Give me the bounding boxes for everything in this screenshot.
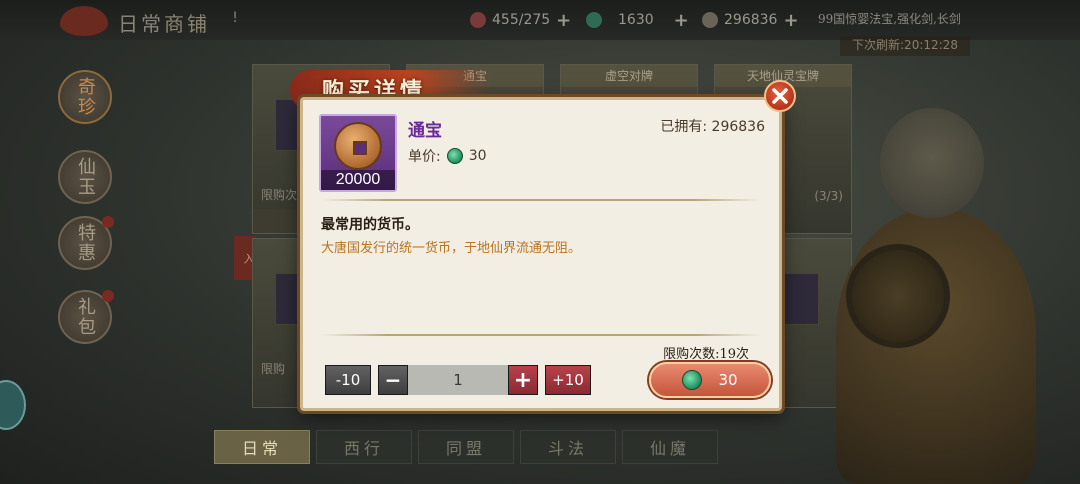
unit-price-label: 单价: (408, 149, 441, 165)
owned-value: 296836 (711, 119, 765, 135)
purchase-dialog: 20000 通宝 单价: 30 已拥有: 296836 最常用的货币。 大唐国发… (300, 97, 782, 411)
top-bar: 日常商铺 ! 455/275 + 1630 + 296836 + 99国惊婴法宝… (0, 0, 1080, 40)
shop-card-limit: 限购次 (261, 188, 298, 202)
plus-ten-button[interactable]: +10 (545, 365, 591, 395)
notification-dot (102, 290, 114, 302)
category-xianyu[interactable]: 仙玉 (58, 150, 112, 204)
category-label: 特惠 (75, 223, 96, 263)
tab-xianmo[interactable]: 仙魔 (622, 430, 718, 464)
jade-value: 1630 (618, 12, 654, 28)
refresh-timer: 下次刷新:20:12:28 (840, 36, 970, 56)
help-icon[interactable]: ! (226, 10, 244, 30)
character-head (880, 108, 984, 218)
quantity-input[interactable]: 1 (408, 365, 508, 395)
category-libao[interactable]: 礼包 (58, 290, 114, 344)
coin-resource: 296836 + (702, 10, 799, 31)
jade-resource: 1630 + (586, 10, 689, 31)
character-body (836, 210, 1036, 484)
scrolling-notice: 99国惊婴法宝,强化剑,长剑 (818, 12, 961, 26)
stamina-resource: 455/275 + (470, 10, 571, 31)
category-label: 奇珍 (75, 77, 96, 117)
item-count: 20000 (321, 170, 395, 190)
shop-card-limit: 限购 (261, 362, 286, 376)
category-tehui[interactable]: 特惠 (58, 216, 114, 270)
coin-icon (334, 122, 382, 170)
shop-logo (60, 6, 108, 36)
jade-icon (586, 12, 602, 28)
bottom-tab-bar: 日常 西行 同盟 斗法 仙魔 (214, 430, 724, 464)
category-qizhen[interactable]: 奇珍 (58, 70, 112, 124)
jade-icon (682, 370, 703, 390)
buy-price: 30 (718, 371, 738, 389)
add-stamina-button[interactable]: + (556, 10, 571, 31)
tab-daily[interactable]: 日常 (214, 430, 310, 464)
peach-icon (470, 12, 486, 28)
minus-ten-button[interactable]: -10 (325, 365, 371, 395)
item-name: 通宝 (408, 121, 442, 141)
plus-button[interactable]: + (508, 365, 538, 395)
divider (321, 199, 761, 201)
buy-button[interactable]: 30 (649, 362, 771, 398)
owned-label: 已拥有: (660, 119, 708, 135)
shop-title: 日常商铺 (118, 12, 210, 36)
description-body: 大唐国发行的统一货币，于地仙界流通无阻。 (321, 241, 582, 256)
owned-count: 已拥有: 296836 (660, 116, 765, 136)
close-icon (772, 88, 788, 104)
item-icon-frame: 20000 (319, 114, 397, 192)
tab-duel[interactable]: 斗法 (520, 430, 616, 464)
divider (321, 334, 761, 336)
tab-alliance[interactable]: 同盟 (418, 430, 514, 464)
tab-xixing[interactable]: 西行 (316, 430, 412, 464)
shop-card-limit: (3/3) (814, 189, 843, 203)
notification-dot (102, 216, 114, 228)
gear-coin-icon (702, 12, 718, 28)
minus-button[interactable]: − (378, 365, 408, 395)
category-label: 仙玉 (75, 157, 96, 197)
unit-price-value: 30 (468, 148, 487, 164)
coin-value: 296836 (724, 12, 778, 28)
close-button[interactable] (764, 80, 796, 112)
character-medal (846, 244, 950, 348)
unit-price-row: 单价: 30 (408, 146, 487, 166)
add-coin-button[interactable]: + (783, 10, 798, 31)
description-title: 最常用的货币。 (321, 217, 419, 233)
add-jade-button[interactable]: + (674, 10, 689, 31)
stamina-value: 455/275 (492, 12, 551, 28)
purchase-limit-text: 限购次数:19次 (663, 347, 749, 362)
jade-icon (446, 148, 463, 164)
category-label: 礼包 (75, 297, 96, 337)
shop-card-name: 虚空对牌 (561, 65, 697, 87)
